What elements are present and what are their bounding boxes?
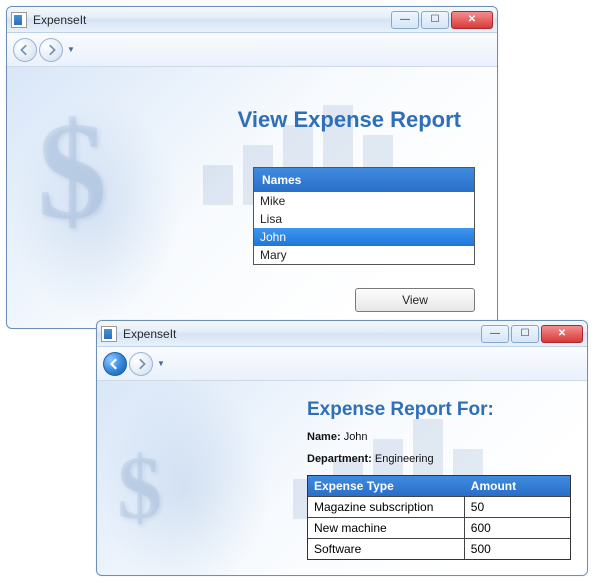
dollar-watermark-icon: $ — [37, 91, 107, 252]
titlebar[interactable]: ExpenseIt — ☐ ✕ — [97, 321, 587, 347]
expense-table: Expense Type Amount Magazine subscriptio… — [307, 475, 571, 560]
name-value: John — [344, 431, 368, 443]
cell-expense-type: Magazine subscription — [308, 497, 465, 517]
dollar-watermark-icon: $ — [117, 436, 162, 539]
window-report: ExpenseIt — ☐ ✕ ▼ $ Expense Report For: … — [96, 320, 588, 576]
col-expense-type: Expense Type — [308, 476, 465, 496]
maximize-button[interactable]: ☐ — [421, 11, 449, 29]
names-item[interactable]: Mike — [254, 192, 474, 210]
arrow-right-icon — [135, 358, 147, 370]
table-row: New machine600 — [308, 517, 570, 538]
window-list: ExpenseIt — ☐ ✕ ▼ $ View Expense Report … — [6, 6, 498, 329]
app-icon — [101, 326, 117, 342]
app-icon — [11, 12, 27, 28]
titlebar[interactable]: ExpenseIt — ☐ ✕ — [7, 7, 497, 33]
window-buttons: — ☐ ✕ — [391, 11, 493, 29]
name-label: Name: — [307, 431, 341, 443]
arrow-right-icon — [45, 44, 57, 56]
nav-back-button[interactable] — [103, 352, 127, 376]
window-title: ExpenseIt — [33, 13, 391, 27]
names-item[interactable]: Mary — [254, 246, 474, 264]
names-item[interactable]: Lisa — [254, 210, 474, 228]
view-button[interactable]: View — [355, 288, 475, 312]
dept-line: Department: Engineering — [307, 453, 434, 465]
close-button[interactable]: ✕ — [541, 325, 583, 343]
names-item[interactable]: John — [254, 228, 474, 246]
window-title: ExpenseIt — [123, 327, 481, 341]
nav-toolbar: ▼ — [7, 33, 497, 67]
dept-value: Engineering — [375, 453, 434, 465]
arrow-left-icon — [109, 358, 121, 370]
nav-history-dropdown[interactable]: ▼ — [157, 359, 165, 368]
nav-toolbar: ▼ — [97, 347, 587, 381]
table-header-row: Expense Type Amount — [308, 476, 570, 496]
nav-forward-button[interactable] — [39, 38, 63, 62]
minimize-button[interactable]: — — [391, 11, 419, 29]
names-header: Names — [254, 168, 474, 192]
cell-expense-type: New machine — [308, 518, 465, 538]
nav-history-dropdown[interactable]: ▼ — [67, 45, 75, 54]
table-row: Magazine subscription50 — [308, 496, 570, 517]
page-heading: Expense Report For: — [307, 399, 494, 421]
cell-amount: 500 — [465, 539, 570, 559]
col-amount: Amount — [465, 476, 570, 496]
client-area: $ View Expense Report Names MikeLisaJohn… — [7, 67, 497, 328]
nav-forward-button[interactable] — [129, 352, 153, 376]
client-area: $ Expense Report For: Name: John Departm… — [97, 381, 587, 575]
names-listbox[interactable]: Names MikeLisaJohnMary — [253, 167, 475, 265]
close-button[interactable]: ✕ — [451, 11, 493, 29]
window-buttons: — ☐ ✕ — [481, 325, 583, 343]
name-line: Name: John — [307, 431, 368, 443]
minimize-button[interactable]: — — [481, 325, 509, 343]
nav-back-button[interactable] — [13, 38, 37, 62]
arrow-left-icon — [19, 44, 31, 56]
page-heading: View Expense Report — [238, 107, 461, 133]
maximize-button[interactable]: ☐ — [511, 325, 539, 343]
table-row: Software500 — [308, 538, 570, 559]
dept-label: Department: — [307, 453, 372, 465]
cell-expense-type: Software — [308, 539, 465, 559]
cell-amount: 50 — [465, 497, 570, 517]
cell-amount: 600 — [465, 518, 570, 538]
